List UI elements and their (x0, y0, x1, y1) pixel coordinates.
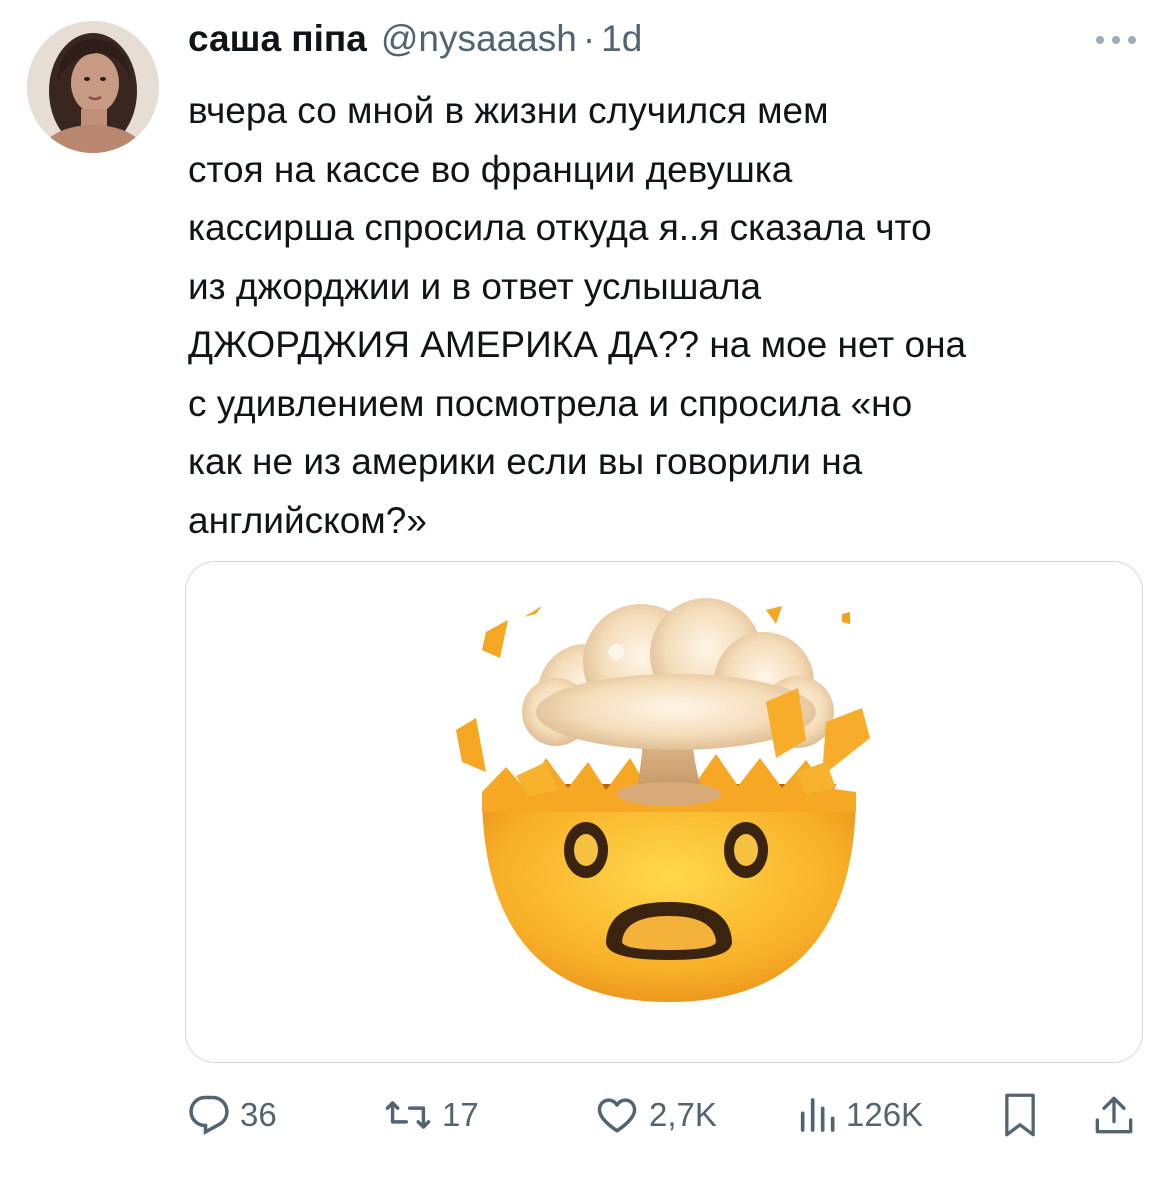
views-icon (800, 1098, 835, 1132)
tweet-text-line: ДЖОРДЖИЯ АМЕРИКА ДА?? на мое нет она (188, 324, 967, 365)
profile-photo (27, 21, 159, 153)
tweet-text-line: стоя на кассе во франции девушка (188, 148, 793, 190)
tweet-header: саша піпа @nysaaash · 1d (188, 18, 642, 68)
tweet-text-line: английском?» (188, 499, 427, 541)
share-button[interactable] (1094, 1085, 1134, 1145)
like-count: 2,7K (649, 1096, 717, 1133)
tweet-text-line: как не из америки если вы говорили на (188, 441, 863, 482)
reply-button[interactable]: 36 (188, 1085, 277, 1145)
bookmark-icon (1005, 1093, 1035, 1137)
more-options-button[interactable] (1093, 30, 1139, 50)
heart-icon (597, 1098, 637, 1133)
tweet-time[interactable]: 1d (601, 18, 642, 60)
tweet-text: вчера со мной в жизни случился мем стоя … (188, 82, 1148, 550)
author-name[interactable]: саша піпа (188, 18, 367, 60)
tweet-text-line: с удивлением посмотрела и спросила «но (188, 382, 913, 424)
avatar[interactable] (27, 21, 159, 153)
retweet-icon (385, 1101, 431, 1129)
like-button[interactable]: 2,7K (595, 1085, 717, 1145)
retweet-count: 17 (442, 1096, 479, 1133)
more-horizontal-icon (1096, 36, 1136, 44)
bookmark-button[interactable] (1000, 1085, 1040, 1145)
retweet-button[interactable]: 17 (384, 1085, 479, 1145)
views-button[interactable]: 126K (796, 1085, 923, 1145)
tweet-text-line: из джорджии и в ответ услышала (188, 265, 762, 307)
reply-icon (189, 1095, 229, 1135)
author-handle[interactable]: @nysaaash (381, 18, 577, 60)
tweet-text-line: вчера со мной в жизни случился мем (188, 90, 829, 131)
exploding-head-emoji (456, 598, 870, 1002)
separator-dot: · (582, 18, 596, 59)
reply-count: 36 (240, 1096, 277, 1133)
share-icon (1095, 1096, 1133, 1134)
tweet-actions: 36 17 2,7K 126K (188, 1085, 1143, 1145)
tweet-text-line: кассирша спросила откуда я..я сказала чт… (188, 207, 932, 248)
views-count: 126K (846, 1096, 924, 1133)
media-card[interactable] (185, 561, 1143, 1063)
